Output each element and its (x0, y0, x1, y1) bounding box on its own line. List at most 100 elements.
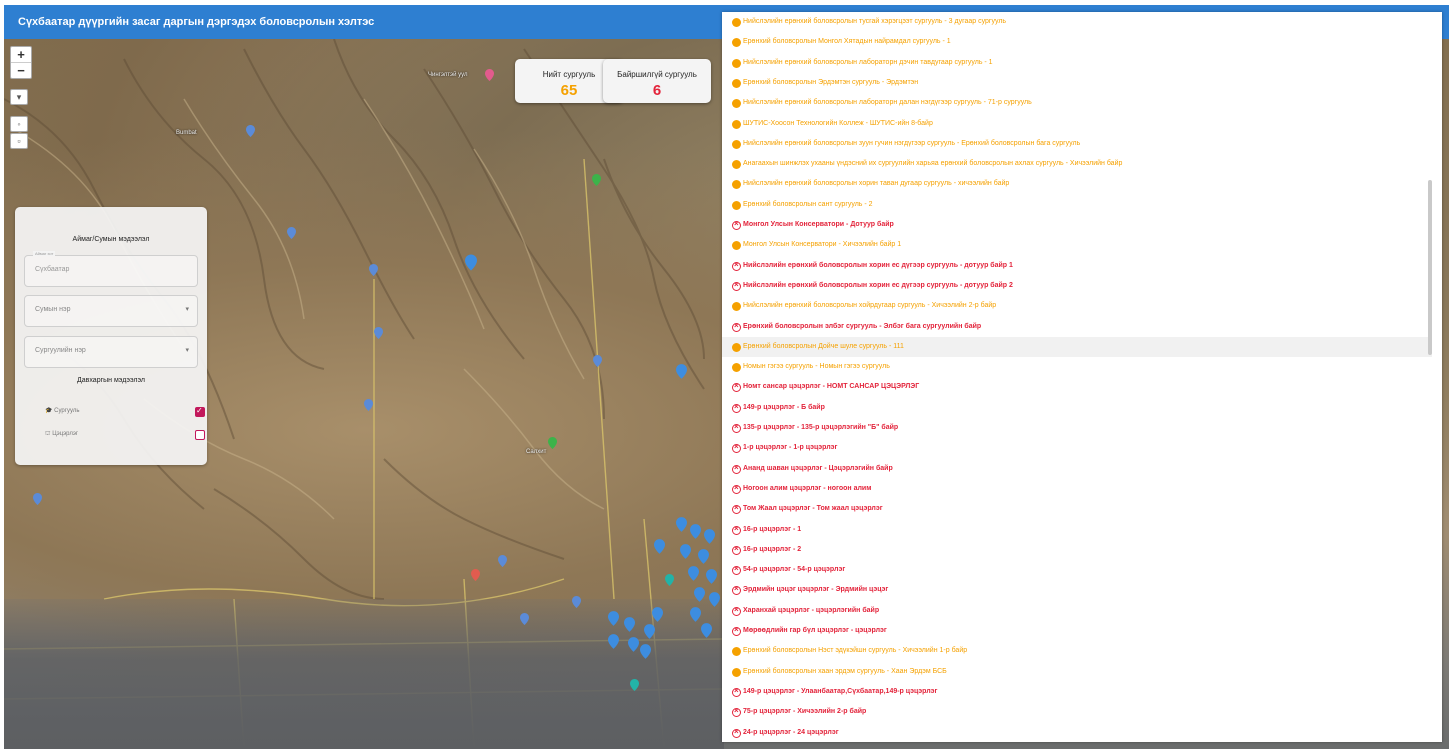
list-item[interactable]: ШУТИС-Хоосон Технологийн Коллеж - ШУТИС-… (722, 114, 1432, 134)
map-marker-school-icon[interactable] (640, 644, 651, 659)
list-item[interactable]: Нийслэлийн ерөнхий боловсролын зуун гучи… (722, 134, 1432, 154)
map-marker-school-icon[interactable] (624, 617, 635, 632)
map-marker-school-icon[interactable] (694, 587, 705, 602)
zoom-control: + − (10, 46, 32, 79)
location-dot-icon (732, 302, 741, 312)
location-dot-icon (732, 78, 741, 88)
list-item-label: Нийслэлийн ерөнхий боловсролын лаборатор… (743, 58, 993, 66)
map-marker-red-icon[interactable] (485, 69, 494, 81)
list-item[interactable]: Ерөнхий боловсролын сант сургууль - 2 (722, 195, 1432, 215)
list-item-label: ШУТИС-Хоосон Технологийн Коллеж - ШУТИС-… (743, 119, 933, 127)
aimag-field[interactable]: Аймаг хот Сүхбаатар (24, 251, 198, 287)
map-marker-green-icon[interactable] (592, 174, 601, 186)
map-marker-icon[interactable] (572, 596, 581, 608)
map-marker-school-icon[interactable] (654, 539, 665, 554)
map-marker-red-icon[interactable] (471, 569, 480, 581)
list-item[interactable]: Ананд шаван цэцэрлэг - Цэцэрлэгийн байр (722, 459, 1432, 479)
map-marker-icon[interactable] (246, 125, 255, 137)
list-item[interactable]: Ногоон алим цэцэрлэг - ногоон алим (722, 479, 1432, 499)
layer-kindergarten-checkbox[interactable] (195, 430, 205, 440)
map-marker-teal-icon[interactable] (665, 574, 674, 586)
list-item[interactable]: 135-р цэцэрлэг - 135-р цэцэрлэгийн "Б" б… (722, 418, 1432, 438)
list-item-label: Ерөнхий боловсролын сант сургууль - 2 (743, 200, 873, 208)
map-marker-school-icon[interactable] (709, 592, 720, 607)
map-marker-icon[interactable] (520, 613, 529, 625)
list-item[interactable]: Нийслэлийн ерөнхий боловсролын лаборатор… (722, 93, 1432, 113)
layer-school-checkbox[interactable] (195, 406, 205, 417)
list-item[interactable]: Ерөнхий боловсролын Монгол Хятадын найра… (722, 32, 1432, 52)
map-marker-icon[interactable] (593, 355, 602, 367)
list-item[interactable]: 1-р цэцэрлэг - 1-р цэцэрлэг (722, 438, 1432, 458)
list-item[interactable]: Нийслэлийн ерөнхий боловсролын тусгай хэ… (722, 12, 1432, 32)
map-marker-teal-icon[interactable] (630, 679, 639, 691)
list-item[interactable]: Мөрөөдлийн гар бүл цэцэрлэг - цэцэрлэг (722, 621, 1432, 641)
map-marker-icon[interactable] (33, 493, 42, 505)
list-item[interactable]: 54-р цэцэрлэг - 54-р цэцэрлэг (722, 560, 1432, 580)
list-item-label: Харанхай цэцэрлэг - цэцэрлэгийн байр (743, 606, 880, 614)
list-item[interactable]: Харанхай цэцэрлэг - цэцэрлэгийн байр (722, 601, 1432, 621)
no-location-icon (732, 442, 741, 454)
map-marker-school-icon[interactable] (680, 544, 691, 559)
map-marker-school-icon[interactable] (690, 524, 701, 539)
map-marker-school-icon[interactable] (690, 607, 701, 622)
list-item[interactable]: Нийслэлийн ерөнхий боловсролын хойрдугаа… (722, 296, 1432, 316)
locate-icon[interactable]: ▫ (10, 133, 28, 149)
map-marker-icon[interactable] (287, 227, 296, 239)
list-item[interactable]: Ерөнхий боловсролын элбэг сургууль - Элб… (722, 317, 1432, 337)
list-item[interactable]: Ерөнхий боловсролын хаан эрдэм сургууль … (722, 662, 1432, 682)
list-item[interactable]: Анагаахын шинжлэх ухааны үндэсний их сур… (722, 154, 1432, 174)
map-marker-school-icon[interactable] (644, 624, 655, 639)
school-list[interactable]: Нийслэлийн ерөнхий боловсролын тусгай хэ… (722, 12, 1442, 742)
map-marker-school-icon[interactable] (704, 529, 715, 544)
map-marker-icon[interactable] (498, 555, 507, 567)
list-item[interactable]: Монгол Улсын Консерватори - Хичээлийн ба… (722, 235, 1432, 255)
list-item[interactable]: 149-р цэцэрлэг - Улаанбаатар,Сүхбаатар,1… (722, 682, 1432, 702)
map-marker-school-icon[interactable] (652, 607, 663, 622)
map-marker-school-icon[interactable] (698, 549, 709, 564)
list-item[interactable]: Нийслэлийн ерөнхий боловсролын лаборатор… (722, 53, 1432, 73)
map-marker-school-icon[interactable] (676, 364, 687, 379)
sum-select[interactable]: Сумын нэр ▾ (24, 295, 198, 327)
list-item[interactable]: Ерөнхий боловсролын Эрдэмтэн сургууль - … (722, 73, 1432, 93)
map-marker-school-icon[interactable] (465, 254, 477, 271)
school-select-placeholder: Сургуулийн нэр (35, 347, 86, 354)
map-marker-school-icon[interactable] (628, 637, 639, 652)
list-scrollbar[interactable] (1428, 180, 1432, 355)
list-item[interactable]: Нийслэлийн ерөнхий боловсролын хорин тав… (722, 174, 1432, 194)
map-marker-green-icon[interactable] (548, 437, 557, 449)
layer-label: Сургууль (54, 408, 80, 414)
list-item[interactable]: Нийслэлийн ерөнхий боловсролын хорин ес … (722, 256, 1432, 276)
list-item[interactable]: Ерөнхий боловсролын Дойче шуле сургууль … (722, 336, 1432, 357)
list-item-label: Нийслэлийн ерөнхий боловсролын хойрдугаа… (743, 302, 997, 310)
list-item[interactable]: 16-р цэцэрлэг - 2 (722, 540, 1432, 560)
layers-toggle-icon[interactable]: ▾ (10, 89, 28, 105)
list-item[interactable]: Том Жаал цэцэрлэг - Том жаал цэцэрлэг (722, 499, 1432, 519)
list-item[interactable]: 16-р цэцэрлэг - 1 (722, 520, 1432, 540)
map-marker-school-icon[interactable] (701, 623, 712, 638)
map-marker-icon[interactable] (369, 264, 378, 276)
list-item-label: 54-р цэцэрлэг - 54-р цэцэрлэг (743, 566, 846, 574)
map-marker-school-icon[interactable] (688, 566, 699, 581)
list-item[interactable]: Номт сансар цэцэрлэг - НОМТ САНСАР ЦЭЦЭР… (722, 377, 1432, 397)
zoom-in-button[interactable]: + (11, 47, 31, 63)
list-item[interactable]: Эрдмийн цэцэг цэцэрлэг - Эрдмийн цэцэг (722, 580, 1432, 600)
list-item-label: Номын гэгээ сургууль - Номын гэгээ сургу… (743, 363, 890, 371)
chevron-down-icon: ▾ (185, 347, 189, 354)
list-item[interactable]: Монгол Улсын Консерватори - Дотуур байр (722, 215, 1432, 235)
map-marker-school-icon[interactable] (676, 517, 687, 532)
map-marker-icon[interactable] (364, 399, 373, 411)
list-item[interactable]: 24-р цэцэрлэг - 24 цэцэрлэг (722, 723, 1432, 743)
map-marker-school-icon[interactable] (706, 569, 717, 584)
list-item[interactable]: Номын гэгээ сургууль - Номын гэгээ сургу… (722, 357, 1432, 377)
list-item[interactable]: 75-р цэцэрлэг - Хичээлийн 2-р байр (722, 702, 1432, 722)
app-frame: Сүхбаатар дүүргийн засаг даргын дэргэдэх… (0, 0, 1453, 749)
list-item[interactable]: Нийслэлийн ерөнхий боловсролын хорин ес … (722, 276, 1432, 296)
zoom-out-button[interactable]: − (11, 63, 31, 78)
fullscreen-icon[interactable]: ◦ (10, 116, 28, 132)
map-marker-school-icon[interactable] (608, 611, 619, 626)
list-item[interactable]: Ерөнхий боловсролын Нэст эдүкэйшн сургуу… (722, 641, 1432, 661)
map-marker-icon[interactable] (374, 327, 383, 339)
list-item[interactable]: 149-р цэцэрлэг - Б байр (722, 398, 1432, 418)
school-select[interactable]: Сургуулийн нэр ▾ (24, 336, 198, 368)
map-marker-school-icon[interactable] (608, 634, 619, 649)
